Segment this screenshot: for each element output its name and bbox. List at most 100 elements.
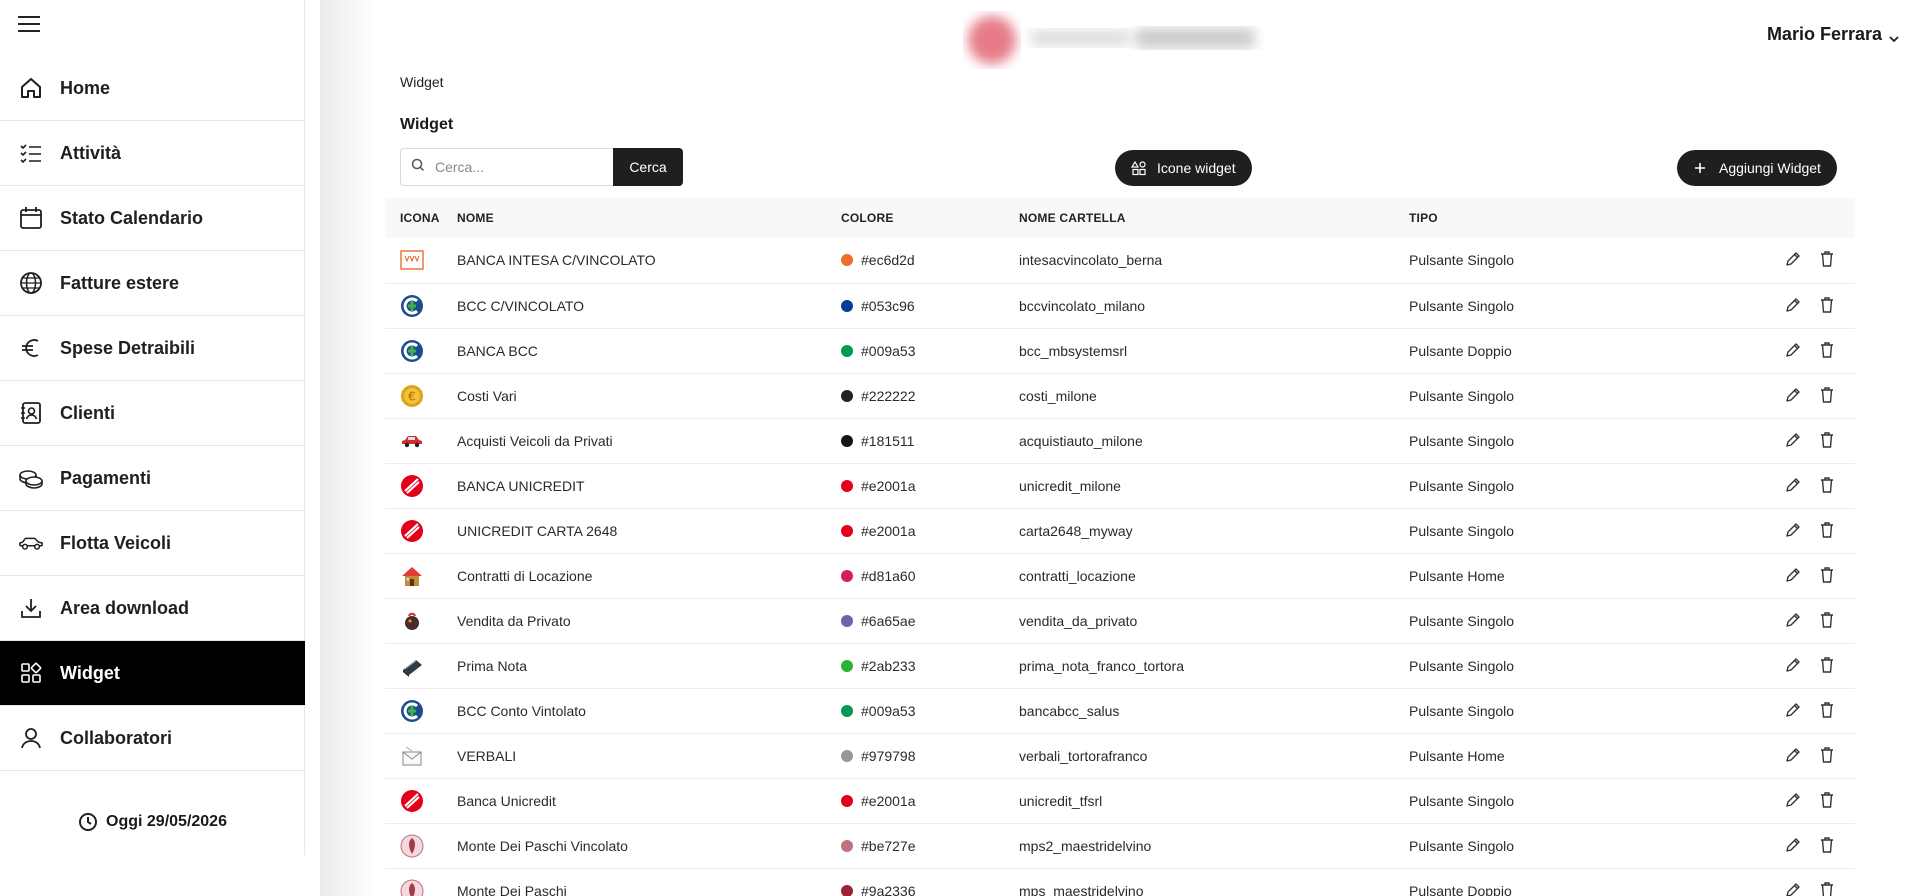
cell-actions	[1739, 238, 1855, 283]
red-car-icon	[400, 429, 424, 453]
trash-icon[interactable]	[1817, 655, 1837, 675]
edit-icon[interactable]	[1783, 700, 1803, 720]
cell-icon	[385, 328, 457, 373]
edit-icon[interactable]	[1783, 790, 1803, 810]
page-title: Widget	[400, 116, 454, 133]
edit-icon[interactable]	[1783, 430, 1803, 450]
edit-icon[interactable]	[1783, 340, 1803, 360]
trash-icon[interactable]	[1817, 610, 1837, 630]
table-row[interactable]: BANCA INTESA C/VINCOLATO #ec6d2d intesacvi…	[385, 238, 1855, 283]
cell-type: Pulsante Doppio	[1409, 342, 1512, 359]
trash-icon[interactable]	[1817, 295, 1837, 315]
cell-type: Pulsante Singolo	[1409, 477, 1515, 494]
trash-icon[interactable]	[1817, 520, 1837, 540]
trash-icon[interactable]	[1817, 249, 1837, 269]
sidebar-item-flotta-veicoli[interactable]: Flotta Veicoli	[0, 511, 305, 576]
sidebar-item-spese-detraibili[interactable]: Spese Detraibili	[0, 316, 305, 381]
table-row[interactable]: UNICREDIT CARTA 2648 #e2001a carta2648_myw…	[385, 508, 1855, 553]
edit-icon[interactable]	[1783, 880, 1803, 896]
sidebar-item-area-download[interactable]: Area download	[0, 576, 305, 641]
cell-type: Pulsante Singolo	[1409, 792, 1515, 809]
cell-folder: vendita_da_privato	[1019, 612, 1138, 629]
user-menu[interactable]: Mario Ferrara	[1767, 24, 1900, 45]
widget-icons-button[interactable]: Icone widget	[1115, 150, 1252, 186]
table-row[interactable]: BCC C/VINCOLATO #053c96 bccvincolato_milan…	[385, 283, 1855, 328]
edit-icon[interactable]	[1783, 835, 1803, 855]
cell-name: Costi Vari	[457, 387, 517, 404]
table-row[interactable]: BCC Conto Vintolato #009a53 bancabcc_salus…	[385, 688, 1855, 733]
cell-actions	[1739, 328, 1855, 373]
sidebar-item-stato-calendario[interactable]: Stato Calendario	[0, 186, 305, 251]
table-row[interactable]: Monte Dei Paschi #9a2336 mps_maestridelvin…	[385, 868, 1855, 896]
sidebar-item-collaboratori[interactable]: Collaboratori	[0, 706, 305, 771]
edit-icon[interactable]	[1783, 565, 1803, 585]
table-row[interactable]: Monte Dei Paschi Vincolato #be727e mps2_ma…	[385, 823, 1855, 868]
color-value: #009a53	[841, 343, 1019, 359]
trash-icon[interactable]	[1817, 565, 1837, 585]
trash-icon[interactable]	[1817, 745, 1837, 765]
cell-type: Pulsante Singolo	[1409, 702, 1515, 719]
search-input[interactable]	[435, 159, 595, 175]
color-swatch	[841, 704, 853, 717]
add-widget-button[interactable]: Aggiungi Widget	[1677, 150, 1837, 186]
cell-color: #181511	[841, 418, 1019, 463]
color-swatch	[841, 479, 853, 492]
calendar-icon	[18, 205, 44, 231]
cell-icon	[385, 688, 457, 733]
color-value: #009a53	[841, 703, 1019, 719]
cell-name: BANCA UNICREDIT	[457, 477, 585, 494]
trash-icon[interactable]	[1817, 700, 1837, 720]
cell-color: #6a65ae	[841, 598, 1019, 643]
edit-icon[interactable]	[1783, 385, 1803, 405]
notebook-icon	[400, 654, 424, 678]
trash-icon[interactable]	[1817, 340, 1837, 360]
edit-icon[interactable]	[1783, 249, 1803, 269]
table-row[interactable]: Prima Nota #2ab233 prima_nota_franco_torto…	[385, 643, 1855, 688]
color-value: #d81a60	[841, 568, 1019, 584]
cell-type: Pulsante Home	[1409, 747, 1505, 764]
sidebar-item-pagamenti[interactable]: Pagamenti	[0, 446, 305, 511]
sidebar: Home Attività Stato Calendario Fatture este…	[0, 0, 320, 896]
table-row[interactable]: Acquisti Veicoli da Privati #181511 acquis…	[385, 418, 1855, 463]
trash-icon[interactable]	[1817, 430, 1837, 450]
color-swatch	[841, 884, 853, 896]
sidebar-item-label: Collaboratori	[60, 727, 173, 748]
trash-icon[interactable]	[1817, 880, 1837, 896]
table-row[interactable]: VERBALI #979798 verbali_tortorafranco Pulsa…	[385, 733, 1855, 778]
color-value: #e2001a	[841, 793, 1019, 809]
table-row[interactable]: BANCA UNICREDIT #e2001a unicredit_milone Pu…	[385, 463, 1855, 508]
sidebar-item-fatture-estere[interactable]: Fatture estere	[0, 251, 305, 316]
table-row[interactable]: € Costi Vari #222222 costi_milone Pulsante S…	[385, 373, 1855, 418]
cell-color: #053c96	[841, 283, 1019, 328]
edit-icon[interactable]	[1783, 295, 1803, 315]
cell-actions	[1739, 598, 1855, 643]
trash-icon[interactable]	[1817, 385, 1837, 405]
color-hex: #be727e	[861, 837, 916, 854]
search-button[interactable]: Cerca	[613, 148, 683, 186]
edit-icon[interactable]	[1783, 745, 1803, 765]
edit-icon[interactable]	[1783, 475, 1803, 495]
sidebar-item-attivit[interactable]: Attività	[0, 121, 305, 186]
widgets-icon	[18, 660, 44, 686]
edit-icon[interactable]	[1783, 520, 1803, 540]
edit-icon[interactable]	[1783, 655, 1803, 675]
table-row[interactable]: Contratti di Locazione #d81a60 contratti_l…	[385, 553, 1855, 598]
trash-icon[interactable]	[1817, 475, 1837, 495]
table-row[interactable]: Banca Unicredit #e2001a unicredit_tfsrl Pul…	[385, 778, 1855, 823]
edit-icon[interactable]	[1783, 610, 1803, 630]
trash-icon[interactable]	[1817, 790, 1837, 810]
sidebar-item-clienti[interactable]: Clienti	[0, 381, 305, 446]
table-header-row: ICONA NOME COLORE NOME CARTELLA TIPO	[385, 198, 1855, 238]
sidebar-item-widget[interactable]: Widget	[0, 641, 305, 706]
cell-actions	[1739, 688, 1855, 733]
table-row[interactable]: Vendita da Privato #6a65ae vendita_da_priv…	[385, 598, 1855, 643]
breadcrumb: Widget	[400, 74, 444, 90]
euro-coin-icon: €	[400, 384, 424, 408]
table-row[interactable]: BANCA BCC #009a53 bcc_mbsystemsrl Pulsante …	[385, 328, 1855, 373]
cell-folder: costi_milone	[1019, 387, 1097, 404]
trash-icon[interactable]	[1817, 835, 1837, 855]
color-value: #9a2336	[841, 883, 1019, 896]
hamburger-menu-icon[interactable]	[18, 16, 40, 34]
cell-type: Pulsante Singolo	[1409, 432, 1515, 449]
sidebar-item-home[interactable]: Home	[0, 56, 305, 121]
